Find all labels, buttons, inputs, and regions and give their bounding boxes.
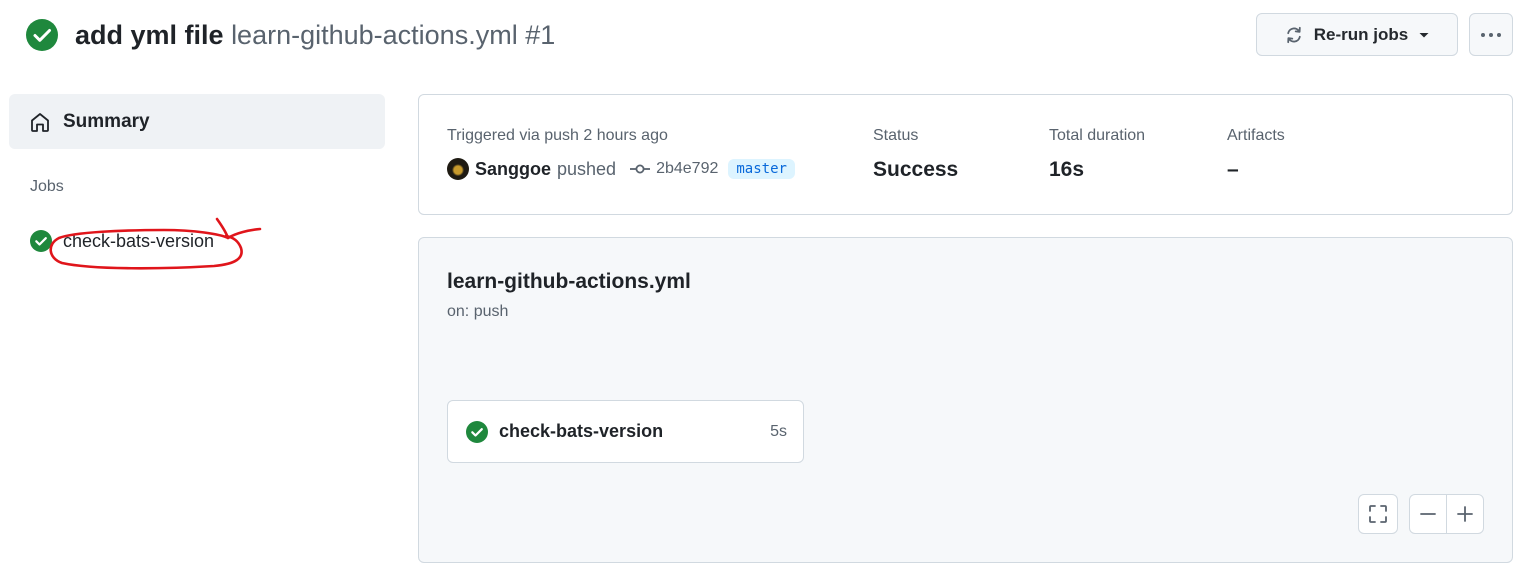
actor-name[interactable]: Sanggoe: [475, 159, 551, 180]
commit-sha: 2b4e792: [656, 160, 719, 177]
page-title: add yml file learn-github-actions.yml #1: [75, 16, 555, 54]
status-label: Status: [873, 127, 919, 144]
total-duration-label: Total duration: [1049, 127, 1146, 144]
success-check-circle-icon: [30, 230, 52, 252]
graph-job-check-bats-version[interactable]: check-bats-version 5s: [447, 400, 804, 463]
git-commit-icon: [630, 164, 651, 174]
workflow-graph-title: learn-github-actions.yml: [447, 270, 691, 293]
rerun-jobs-button[interactable]: Re-run jobs: [1256, 13, 1458, 56]
plus-icon: [1457, 506, 1473, 522]
sync-icon: [1287, 26, 1301, 43]
actor-row: Sanggoe pushed 2b4e792 master: [447, 158, 795, 180]
artifacts-label: Artifacts: [1227, 127, 1285, 144]
sidebar-item-summary[interactable]: Summary: [9, 94, 385, 149]
sidebar-job-label: check-bats-version: [63, 230, 215, 251]
sidebar-item-summary-label: Summary: [63, 110, 150, 132]
zoom-in-button[interactable]: [1446, 495, 1483, 533]
total-duration-value: 16s: [1049, 158, 1085, 181]
run-number: #1: [525, 20, 556, 50]
kebab-horizontal-icon: [1481, 32, 1501, 37]
workflow-graph-trigger: on: push: [447, 303, 509, 320]
avatar[interactable]: [447, 158, 469, 180]
workflow-file-name: learn-github-actions.yml: [231, 20, 518, 50]
commit-link[interactable]: 2b4e792: [630, 160, 718, 178]
fullscreen-button[interactable]: [1358, 494, 1398, 534]
success-check-circle-icon: [466, 420, 488, 443]
trigger-info: Triggered via push 2 hours ago: [447, 127, 668, 144]
home-icon: [31, 112, 49, 132]
jobs-heading: Jobs: [30, 178, 64, 195]
triangle-down-icon: [1419, 32, 1429, 37]
graph-job-duration: 5s: [770, 422, 787, 440]
action-text: pushed: [557, 158, 617, 179]
success-check-circle-icon: [26, 19, 58, 51]
commit-title: add yml file: [75, 20, 224, 50]
sidebar-job-check-bats-version[interactable]: check-bats-version: [30, 230, 214, 252]
graph-job-name: check-bats-version: [499, 421, 664, 441]
screen-full-icon: [1369, 505, 1387, 523]
more-options-button[interactable]: [1469, 13, 1513, 56]
branch-label[interactable]: master: [728, 159, 795, 179]
zoom-controls: [1409, 494, 1484, 534]
run-summary-card: [418, 94, 1513, 215]
minus-icon: [1420, 513, 1436, 515]
rerun-jobs-label: Re-run jobs: [1313, 24, 1409, 44]
zoom-out-button[interactable]: [1410, 495, 1446, 533]
artifacts-value: –: [1227, 158, 1239, 181]
status-value: Success: [873, 158, 959, 181]
